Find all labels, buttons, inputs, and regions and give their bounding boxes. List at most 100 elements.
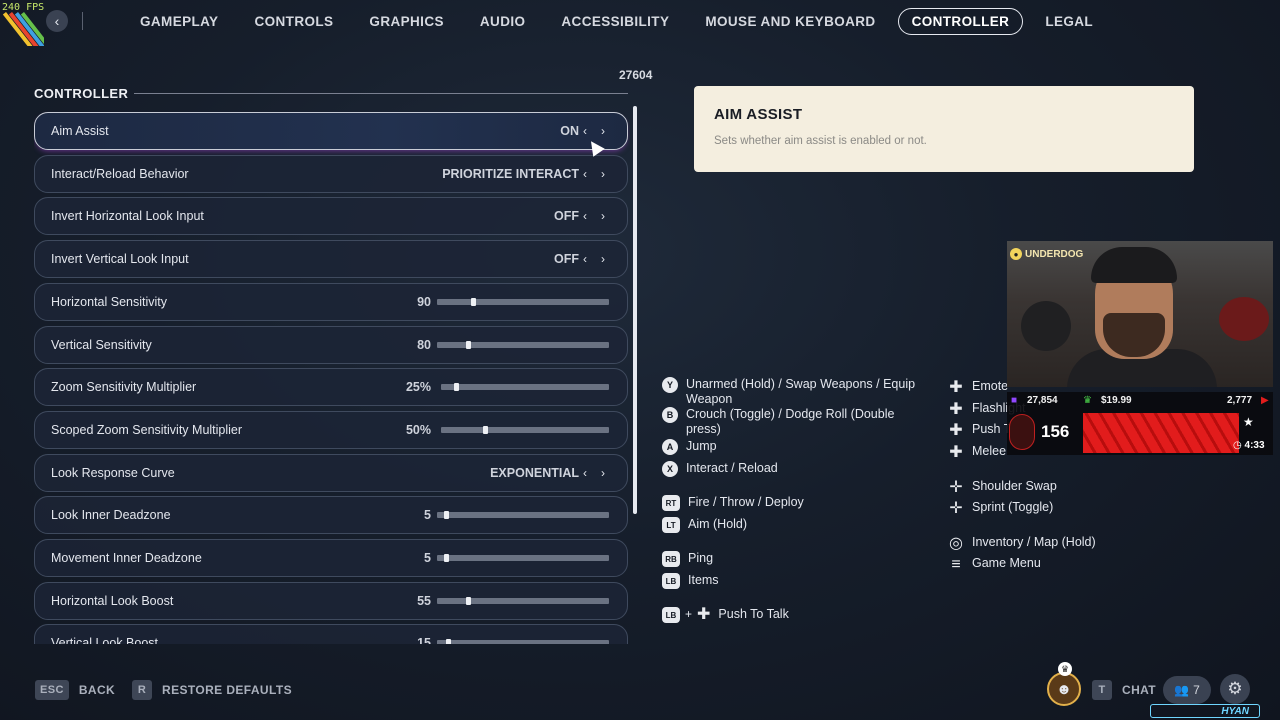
slider-knob[interactable] (466, 340, 472, 349)
chevron-right-icon[interactable]: › (601, 124, 605, 138)
chevron-right-icon[interactable]: › (601, 466, 605, 480)
slider-knob[interactable] (454, 383, 460, 392)
slider-knob[interactable] (443, 554, 449, 562)
setting-label: Horizontal Sensitivity (51, 294, 168, 309)
setting-label: Invert Horizontal Look Input (51, 209, 204, 224)
stream-donation: $19.99 (1101, 395, 1132, 406)
dpad-left-icon: ✚ (949, 400, 963, 418)
binding-action: Emote (972, 379, 1009, 393)
setting-slider[interactable] (437, 554, 609, 562)
chat-action[interactable]: T CHAT (1092, 680, 1156, 700)
button-rb-icon: RB (662, 551, 680, 567)
settings-scrollbar[interactable] (633, 106, 637, 514)
tab-gameplay[interactable]: GAMEPLAY (126, 8, 232, 35)
binding-item: X Interact / Reload (662, 461, 778, 477)
team-badge: ● UNDERDOG (1010, 248, 1083, 260)
setting-label: Interact/Reload Behavior (51, 166, 189, 181)
setting-row[interactable]: Invert Vertical Look Input OFF ‹ › (34, 240, 628, 279)
setting-row[interactable]: Vertical Sensitivity 80 (34, 325, 628, 364)
setting-arrows: ‹ › (583, 209, 605, 223)
mascot-icon (1009, 414, 1035, 450)
twitch-icon: ■ (1011, 395, 1018, 406)
button-lb-icon: LB (662, 607, 680, 623)
binding-action: Fire / Throw / Deploy (688, 495, 804, 509)
setting-row[interactable]: Vertical Look Boost 15 (34, 624, 628, 644)
setting-row[interactable]: Look Inner Deadzone 5 (34, 496, 628, 535)
chevron-left-icon[interactable]: ‹ (583, 252, 587, 266)
tab-audio[interactable]: AUDIO (466, 8, 540, 35)
setting-row[interactable]: Scoped Zoom Sensitivity Multiplier 50% (34, 410, 628, 449)
slider-knob[interactable] (466, 596, 472, 605)
setting-row[interactable]: Horizontal Sensitivity 90 (34, 282, 628, 321)
tab-graphics[interactable]: GRAPHICS (355, 8, 457, 35)
setting-slider[interactable] (437, 639, 609, 644)
chevron-left-icon[interactable]: ‹ (583, 466, 587, 480)
binding-action: Aim (Hold) (688, 517, 748, 531)
button-rt-icon: RT (662, 495, 680, 511)
setting-value: OFF (554, 209, 579, 224)
slider-knob[interactable] (471, 297, 477, 306)
setting-row[interactable]: Zoom Sensitivity Multiplier 25% (34, 368, 628, 407)
button-b-icon: B (662, 407, 678, 423)
setting-slider[interactable] (441, 383, 609, 392)
settings-tabs: GAMEPLAY CONTROLS GRAPHICS AUDIO ACCESSIBILI… (126, 8, 1115, 35)
setting-row[interactable]: Movement Inner Deadzone 5 (34, 539, 628, 577)
chevron-left-icon[interactable]: ‹ (583, 209, 587, 223)
left-stick-press-icon: ✛ (949, 499, 963, 517)
binding-item: ✚ Melee (948, 444, 1006, 460)
webcam-background-object (1219, 297, 1269, 341)
setting-value: 55 (417, 593, 431, 608)
setting-value: 80 (417, 337, 431, 352)
setting-row[interactable]: Invert Horizontal Look Input OFF ‹ › (34, 197, 628, 236)
setting-slider[interactable] (437, 511, 609, 520)
tab-mouse-and-keyboard[interactable]: MOUSE AND KEYBOARD (691, 8, 889, 35)
setting-slider[interactable] (437, 297, 609, 306)
chevron-left-icon[interactable]: ‹ (583, 167, 587, 181)
dpad-icon: ✚ (697, 606, 711, 623)
setting-slider[interactable] (437, 340, 609, 349)
slider-knob[interactable] (445, 639, 451, 644)
chevron-right-icon[interactable]: › (601, 209, 605, 223)
setting-row[interactable]: Horizontal Look Boost 55 (34, 581, 628, 620)
setting-label: Movement Inner Deadzone (51, 551, 202, 565)
back-action[interactable]: ESC BACK (35, 680, 115, 700)
setting-arrows: ‹ › (583, 124, 605, 138)
chevron-right-icon[interactable]: › (601, 167, 605, 181)
binding-action: Items (688, 573, 719, 587)
party-icon: 👥 (1174, 683, 1190, 697)
crown-icon: ♛ (1083, 395, 1092, 406)
slider-knob[interactable] (443, 511, 449, 520)
player-avatar[interactable]: ☻ (1047, 672, 1081, 706)
binding-item: RB Ping (662, 551, 713, 567)
setting-row[interactable]: Interact/Reload Behavior PRIORITIZE INTER… (34, 154, 628, 193)
button-y-icon: Y (662, 377, 678, 393)
team-name: UNDERDOG (1025, 248, 1084, 260)
slider-knob[interactable] (483, 425, 488, 434)
party-button[interactable]: 👥 7 (1163, 676, 1211, 704)
binding-action: Push To Talk (718, 607, 789, 621)
back-arrow-icon[interactable]: ‹ (46, 10, 68, 32)
chevron-right-icon[interactable]: › (601, 252, 605, 266)
tab-accessibility[interactable]: ACCESSIBILITY (547, 8, 683, 35)
settings-list: Aim Assist ON ‹ › Interact/Reload Behavior PR… (34, 109, 630, 644)
button-a-icon: A (662, 439, 678, 455)
gear-icon[interactable]: ⚙ (1220, 674, 1250, 704)
stream-goal-bar: 156 ★ ◷ 4:33 (1007, 410, 1273, 455)
plus-sign: + (685, 607, 693, 621)
setting-value: 5 (424, 551, 431, 565)
setting-slider[interactable] (437, 596, 609, 605)
dpad-down-icon: ✚ (949, 443, 963, 461)
setting-row[interactable]: Look Response Curve EXPONENTIAL ‹ › (34, 453, 628, 492)
binding-action: Crouch (Toggle) / Dodge Roll (Double pre… (686, 407, 895, 436)
tab-legal[interactable]: LEGAL (1031, 8, 1107, 35)
setting-row[interactable]: Aim Assist ON ‹ › (34, 112, 628, 150)
restore-defaults-action[interactable]: R RESTORE DEFAULTS (132, 680, 292, 700)
tab-controls[interactable]: CONTROLS (240, 8, 347, 35)
streamer-webcam (1007, 241, 1273, 387)
binding-action: Inventory / Map (Hold) (972, 535, 1096, 549)
chevron-left-icon[interactable]: ‹ (583, 124, 587, 138)
tab-controller[interactable]: CONTROLLER (897, 8, 1024, 35)
binding-item: LT Aim (Hold) (662, 517, 747, 533)
rainbow-logo-icon (0, 12, 44, 46)
setting-slider[interactable] (441, 425, 609, 434)
